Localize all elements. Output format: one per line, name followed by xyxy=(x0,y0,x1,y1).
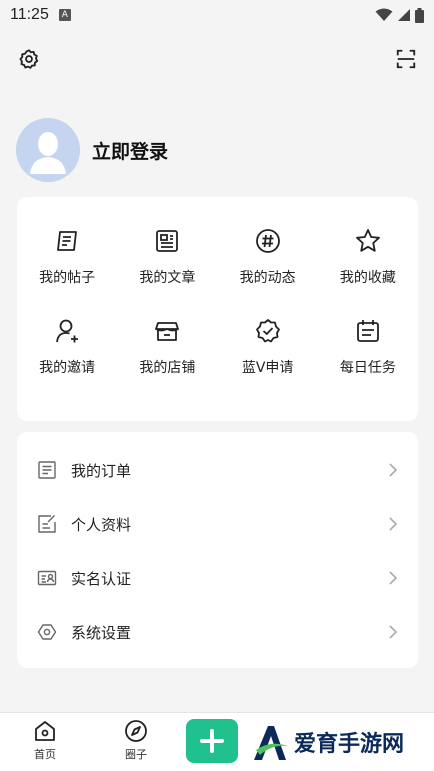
wifi-icon xyxy=(375,8,393,21)
post-icon xyxy=(57,231,78,251)
invite-user-icon xyxy=(56,319,79,343)
gear-icon xyxy=(19,49,39,69)
nav-home[interactable]: 首页 xyxy=(25,719,65,762)
grid-label: 我的店铺 xyxy=(139,360,196,376)
compass-icon xyxy=(125,720,147,742)
nav-circle[interactable]: 圈子 xyxy=(116,719,156,762)
scan-icon xyxy=(396,49,416,69)
calendar-icon xyxy=(356,320,379,342)
grid-item-store[interactable]: 我的店铺 xyxy=(117,317,217,377)
verified-badge-icon xyxy=(255,319,280,343)
grid-label: 我的邀请 xyxy=(39,360,96,376)
grid-item-daily-tasks[interactable]: 每日任务 xyxy=(318,317,418,377)
list-label: 个人资料 xyxy=(71,515,132,534)
grid-item-moments[interactable]: 我的动态 xyxy=(218,227,318,287)
list-item-settings[interactable]: 系统设置 xyxy=(17,605,418,659)
grid-label: 我的帖子 xyxy=(39,270,96,286)
list-item-profile[interactable]: 个人资料 xyxy=(17,497,418,551)
list-label: 系统设置 xyxy=(71,623,132,642)
settings-button[interactable] xyxy=(14,44,44,74)
profile-login[interactable]: 立即登录 xyxy=(16,118,168,182)
grid-item-blue-v[interactable]: 蓝V申请 xyxy=(218,317,318,377)
default-avatar-icon xyxy=(16,118,80,182)
nav-label: 圈子 xyxy=(125,748,147,761)
grid-label: 我的收藏 xyxy=(339,270,396,286)
list-item-verification[interactable]: 实名认证 xyxy=(17,551,418,605)
top-toolbar xyxy=(0,44,434,74)
watermark: 爱育手游网 xyxy=(250,722,404,762)
login-label[interactable]: 立即登录 xyxy=(92,137,168,164)
status-right-icons xyxy=(375,7,424,23)
list-item-orders[interactable]: 我的订单 xyxy=(17,443,418,497)
watermark-text: 爱育手游网 xyxy=(294,732,405,757)
grid-label: 每日任务 xyxy=(339,360,396,376)
grid-label: 蓝V申请 xyxy=(241,360,294,376)
battery-icon xyxy=(415,7,424,23)
nav-label: 首页 xyxy=(34,748,56,761)
chevron-right-icon xyxy=(389,571,398,585)
grid-item-articles[interactable]: 我的文章 xyxy=(117,227,217,287)
watermark-logo-icon xyxy=(254,726,288,760)
menu-list-card: 我的订单 个人资料 实名认证 系统设置 xyxy=(17,432,418,668)
grid-item-favorites[interactable]: 我的收藏 xyxy=(318,227,418,287)
edit-profile-icon xyxy=(38,515,56,533)
scan-button[interactable] xyxy=(391,44,421,74)
signal-icon xyxy=(398,9,410,21)
grid-label: 我的动态 xyxy=(239,270,296,286)
grid-item-invites[interactable]: 我的邀请 xyxy=(17,317,117,377)
list-label: 实名认证 xyxy=(71,569,132,588)
chevron-right-icon xyxy=(389,517,398,531)
hashtag-icon xyxy=(255,229,280,253)
status-time: 11:25 xyxy=(10,6,49,23)
hexagon-settings-icon xyxy=(37,624,57,640)
chevron-right-icon xyxy=(389,463,398,477)
add-post-button[interactable] xyxy=(186,719,238,763)
notification-a-icon: A xyxy=(58,9,71,21)
grid-label: 我的文章 xyxy=(139,270,196,286)
grid-item-posts[interactable]: 我的帖子 xyxy=(17,227,117,287)
feature-grid-card: 我的帖子 我的文章 我的动态 我的收藏 我的邀请 我的店铺 蓝V申请 每日任务 xyxy=(17,197,418,421)
avatar[interactable] xyxy=(16,118,80,182)
store-icon xyxy=(155,322,180,341)
article-icon xyxy=(156,230,179,252)
chevron-right-icon xyxy=(389,625,398,639)
id-card-icon xyxy=(37,570,57,586)
list-label: 我的订单 xyxy=(71,461,132,480)
order-icon xyxy=(38,461,56,479)
home-icon xyxy=(35,721,55,741)
star-icon xyxy=(355,229,380,252)
plus-icon xyxy=(200,729,224,753)
status-bar: 11:25 A xyxy=(0,0,434,30)
